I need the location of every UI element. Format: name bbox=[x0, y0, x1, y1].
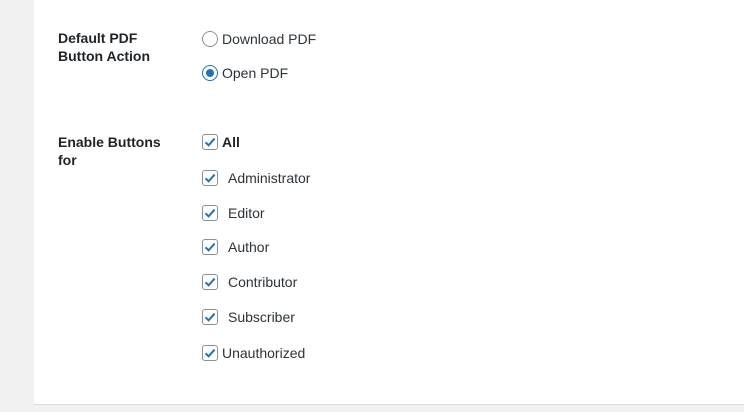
checkbox-contributor-control[interactable] bbox=[202, 274, 218, 290]
checkbox-editor[interactable]: Editor bbox=[202, 203, 265, 223]
checkmark-icon bbox=[204, 348, 216, 358]
checkbox-unauthorized-label: Unauthorized bbox=[222, 345, 306, 361]
checkbox-editor-label: Editor bbox=[228, 205, 265, 221]
checkbox-subscriber-label: Subscriber bbox=[228, 309, 295, 325]
checkbox-administrator-label: Administrator bbox=[228, 170, 311, 186]
checkmark-icon bbox=[204, 173, 216, 183]
radio-open-pdf-label: Open PDF bbox=[222, 65, 289, 81]
radio-download-pdf-label: Download PDF bbox=[222, 31, 317, 47]
checkmark-icon bbox=[204, 312, 216, 322]
checkbox-subscriber-control[interactable] bbox=[202, 309, 218, 325]
checkbox-subscriber[interactable]: Subscriber bbox=[202, 307, 295, 327]
checkbox-all-control[interactable] bbox=[202, 134, 218, 150]
checkbox-author[interactable]: Author bbox=[202, 237, 269, 257]
checkmark-icon bbox=[204, 208, 216, 218]
checkbox-contributor-label: Contributor bbox=[228, 274, 298, 290]
checkbox-all-label: All bbox=[222, 134, 240, 150]
settings-panel: Default PDF Button Action Download PDF O… bbox=[34, 0, 744, 405]
enable-buttons-label: Enable Buttons for bbox=[58, 134, 161, 168]
radio-open-pdf[interactable]: Open PDF bbox=[202, 63, 288, 83]
checkmark-icon bbox=[204, 137, 216, 147]
checkbox-administrator[interactable]: Administrator bbox=[202, 168, 310, 188]
checkmark-icon bbox=[204, 242, 216, 252]
radio-selected-dot-icon bbox=[206, 69, 214, 77]
checkbox-administrator-control[interactable] bbox=[202, 170, 218, 186]
checkbox-author-control[interactable] bbox=[202, 239, 218, 255]
checkbox-unauthorized-control[interactable] bbox=[202, 345, 218, 361]
checkbox-contributor[interactable]: Contributor bbox=[202, 272, 297, 292]
pdf-action-label: Default PDF Button Action bbox=[58, 30, 151, 64]
checkbox-author-label: Author bbox=[228, 239, 270, 255]
checkbox-unauthorized[interactable]: Unauthorized bbox=[202, 343, 305, 363]
checkbox-all[interactable]: All bbox=[202, 132, 240, 152]
checkmark-icon bbox=[204, 277, 216, 287]
radio-open-pdf-control[interactable] bbox=[202, 65, 218, 81]
radio-download-pdf-control[interactable] bbox=[202, 31, 218, 47]
radio-download-pdf[interactable]: Download PDF bbox=[202, 29, 316, 49]
checkbox-editor-control[interactable] bbox=[202, 205, 218, 221]
